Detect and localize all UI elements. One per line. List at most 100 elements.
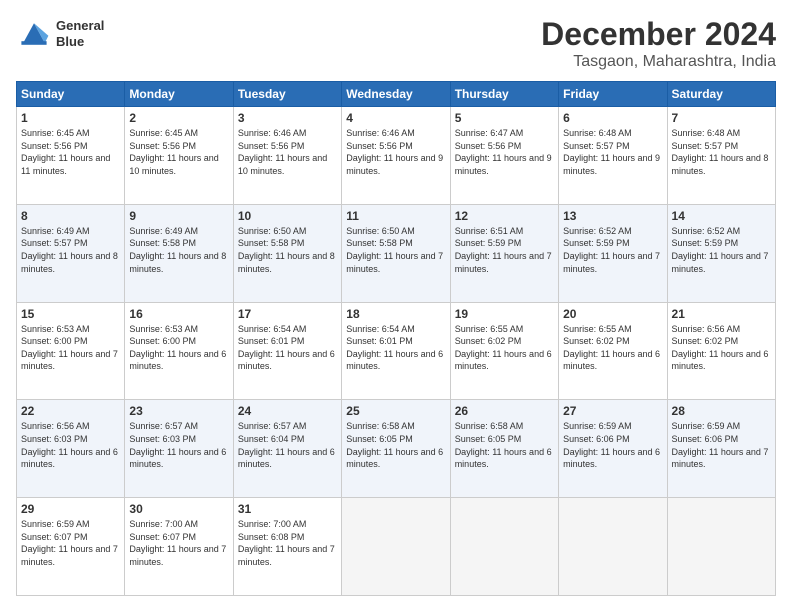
day-number: 14	[672, 209, 771, 223]
day-info: Sunrise: 6:53 AMSunset: 6:00 PMDaylight:…	[21, 324, 118, 372]
day-info: Sunrise: 6:51 AMSunset: 5:59 PMDaylight:…	[455, 226, 552, 274]
calendar-cell: 13 Sunrise: 6:52 AMSunset: 5:59 PMDaylig…	[559, 204, 667, 302]
calendar-cell: 24 Sunrise: 6:57 AMSunset: 6:04 PMDaylig…	[233, 400, 341, 498]
day-info: Sunrise: 6:58 AMSunset: 6:05 PMDaylight:…	[455, 421, 552, 469]
day-info: Sunrise: 6:50 AMSunset: 5:58 PMDaylight:…	[346, 226, 443, 274]
month-title: December 2024	[541, 16, 776, 53]
calendar-cell	[559, 498, 667, 596]
day-number: 24	[238, 404, 337, 418]
day-info: Sunrise: 6:57 AMSunset: 6:04 PMDaylight:…	[238, 421, 335, 469]
day-info: Sunrise: 6:45 AMSunset: 5:56 PMDaylight:…	[21, 128, 110, 176]
weekday-header-cell: Wednesday	[342, 82, 450, 107]
location: Tasgaon, Maharashtra, India	[541, 53, 776, 71]
day-number: 18	[346, 307, 445, 321]
day-number: 9	[129, 209, 228, 223]
day-number: 8	[21, 209, 120, 223]
day-number: 19	[455, 307, 554, 321]
day-number: 6	[563, 111, 662, 125]
day-info: Sunrise: 6:55 AMSunset: 6:02 PMDaylight:…	[455, 324, 552, 372]
day-number: 22	[21, 404, 120, 418]
calendar-cell: 19 Sunrise: 6:55 AMSunset: 6:02 PMDaylig…	[450, 302, 558, 400]
calendar-cell: 29 Sunrise: 6:59 AMSunset: 6:07 PMDaylig…	[17, 498, 125, 596]
calendar-cell: 16 Sunrise: 6:53 AMSunset: 6:00 PMDaylig…	[125, 302, 233, 400]
calendar-cell: 18 Sunrise: 6:54 AMSunset: 6:01 PMDaylig…	[342, 302, 450, 400]
calendar-cell: 10 Sunrise: 6:50 AMSunset: 5:58 PMDaylig…	[233, 204, 341, 302]
day-info: Sunrise: 6:46 AMSunset: 5:56 PMDaylight:…	[346, 128, 443, 176]
day-info: Sunrise: 6:53 AMSunset: 6:00 PMDaylight:…	[129, 324, 226, 372]
day-number: 13	[563, 209, 662, 223]
day-info: Sunrise: 6:58 AMSunset: 6:05 PMDaylight:…	[346, 421, 443, 469]
logo-line2: Blue	[56, 34, 104, 50]
day-info: Sunrise: 6:48 AMSunset: 5:57 PMDaylight:…	[563, 128, 660, 176]
logo: General Blue	[16, 16, 104, 52]
weekday-header-cell: Sunday	[17, 82, 125, 107]
calendar-cell: 26 Sunrise: 6:58 AMSunset: 6:05 PMDaylig…	[450, 400, 558, 498]
day-info: Sunrise: 6:56 AMSunset: 6:03 PMDaylight:…	[21, 421, 118, 469]
calendar-cell: 22 Sunrise: 6:56 AMSunset: 6:03 PMDaylig…	[17, 400, 125, 498]
calendar-cell	[667, 498, 775, 596]
calendar-row: 1 Sunrise: 6:45 AMSunset: 5:56 PMDayligh…	[17, 107, 776, 205]
day-info: Sunrise: 6:54 AMSunset: 6:01 PMDaylight:…	[346, 324, 443, 372]
day-number: 23	[129, 404, 228, 418]
calendar-cell: 20 Sunrise: 6:55 AMSunset: 6:02 PMDaylig…	[559, 302, 667, 400]
weekday-header-cell: Saturday	[667, 82, 775, 107]
calendar-cell: 7 Sunrise: 6:48 AMSunset: 5:57 PMDayligh…	[667, 107, 775, 205]
header: General Blue December 2024 Tasgaon, Maha…	[16, 16, 776, 71]
day-number: 3	[238, 111, 337, 125]
day-info: Sunrise: 6:47 AMSunset: 5:56 PMDaylight:…	[455, 128, 552, 176]
day-number: 27	[563, 404, 662, 418]
day-number: 31	[238, 502, 337, 516]
day-info: Sunrise: 6:56 AMSunset: 6:02 PMDaylight:…	[672, 324, 769, 372]
day-number: 2	[129, 111, 228, 125]
calendar-cell: 3 Sunrise: 6:46 AMSunset: 5:56 PMDayligh…	[233, 107, 341, 205]
day-info: Sunrise: 6:59 AMSunset: 6:06 PMDaylight:…	[563, 421, 660, 469]
day-number: 4	[346, 111, 445, 125]
calendar-cell: 8 Sunrise: 6:49 AMSunset: 5:57 PMDayligh…	[17, 204, 125, 302]
calendar-row: 29 Sunrise: 6:59 AMSunset: 6:07 PMDaylig…	[17, 498, 776, 596]
day-number: 28	[672, 404, 771, 418]
day-number: 10	[238, 209, 337, 223]
day-info: Sunrise: 6:57 AMSunset: 6:03 PMDaylight:…	[129, 421, 226, 469]
calendar-row: 8 Sunrise: 6:49 AMSunset: 5:57 PMDayligh…	[17, 204, 776, 302]
calendar-cell: 30 Sunrise: 7:00 AMSunset: 6:07 PMDaylig…	[125, 498, 233, 596]
day-info: Sunrise: 6:45 AMSunset: 5:56 PMDaylight:…	[129, 128, 218, 176]
day-number: 29	[21, 502, 120, 516]
title-block: December 2024 Tasgaon, Maharashtra, Indi…	[541, 16, 776, 71]
day-info: Sunrise: 6:49 AMSunset: 5:58 PMDaylight:…	[129, 226, 226, 274]
weekday-header-cell: Friday	[559, 82, 667, 107]
calendar-body: 1 Sunrise: 6:45 AMSunset: 5:56 PMDayligh…	[17, 107, 776, 596]
day-number: 20	[563, 307, 662, 321]
calendar-cell: 23 Sunrise: 6:57 AMSunset: 6:03 PMDaylig…	[125, 400, 233, 498]
calendar-cell: 21 Sunrise: 6:56 AMSunset: 6:02 PMDaylig…	[667, 302, 775, 400]
calendar-row: 15 Sunrise: 6:53 AMSunset: 6:00 PMDaylig…	[17, 302, 776, 400]
day-number: 5	[455, 111, 554, 125]
day-number: 30	[129, 502, 228, 516]
day-number: 11	[346, 209, 445, 223]
day-info: Sunrise: 6:52 AMSunset: 5:59 PMDaylight:…	[672, 226, 769, 274]
day-info: Sunrise: 6:46 AMSunset: 5:56 PMDaylight:…	[238, 128, 327, 176]
logo-icon	[16, 16, 52, 52]
day-number: 21	[672, 307, 771, 321]
calendar-cell: 4 Sunrise: 6:46 AMSunset: 5:56 PMDayligh…	[342, 107, 450, 205]
day-number: 12	[455, 209, 554, 223]
calendar-cell: 17 Sunrise: 6:54 AMSunset: 6:01 PMDaylig…	[233, 302, 341, 400]
logo-text: General Blue	[56, 18, 104, 49]
calendar-cell: 1 Sunrise: 6:45 AMSunset: 5:56 PMDayligh…	[17, 107, 125, 205]
weekday-header-cell: Tuesday	[233, 82, 341, 107]
day-number: 16	[129, 307, 228, 321]
day-number: 25	[346, 404, 445, 418]
day-info: Sunrise: 6:59 AMSunset: 6:07 PMDaylight:…	[21, 519, 118, 567]
day-info: Sunrise: 6:54 AMSunset: 6:01 PMDaylight:…	[238, 324, 335, 372]
page: General Blue December 2024 Tasgaon, Maha…	[0, 0, 792, 612]
calendar-cell: 9 Sunrise: 6:49 AMSunset: 5:58 PMDayligh…	[125, 204, 233, 302]
day-info: Sunrise: 6:55 AMSunset: 6:02 PMDaylight:…	[563, 324, 660, 372]
day-number: 7	[672, 111, 771, 125]
logo-line1: General	[56, 18, 104, 34]
day-info: Sunrise: 7:00 AMSunset: 6:07 PMDaylight:…	[129, 519, 226, 567]
day-info: Sunrise: 7:00 AMSunset: 6:08 PMDaylight:…	[238, 519, 335, 567]
calendar-cell: 31 Sunrise: 7:00 AMSunset: 6:08 PMDaylig…	[233, 498, 341, 596]
day-info: Sunrise: 6:48 AMSunset: 5:57 PMDaylight:…	[672, 128, 769, 176]
calendar-cell: 5 Sunrise: 6:47 AMSunset: 5:56 PMDayligh…	[450, 107, 558, 205]
calendar-cell: 2 Sunrise: 6:45 AMSunset: 5:56 PMDayligh…	[125, 107, 233, 205]
calendar-cell: 6 Sunrise: 6:48 AMSunset: 5:57 PMDayligh…	[559, 107, 667, 205]
